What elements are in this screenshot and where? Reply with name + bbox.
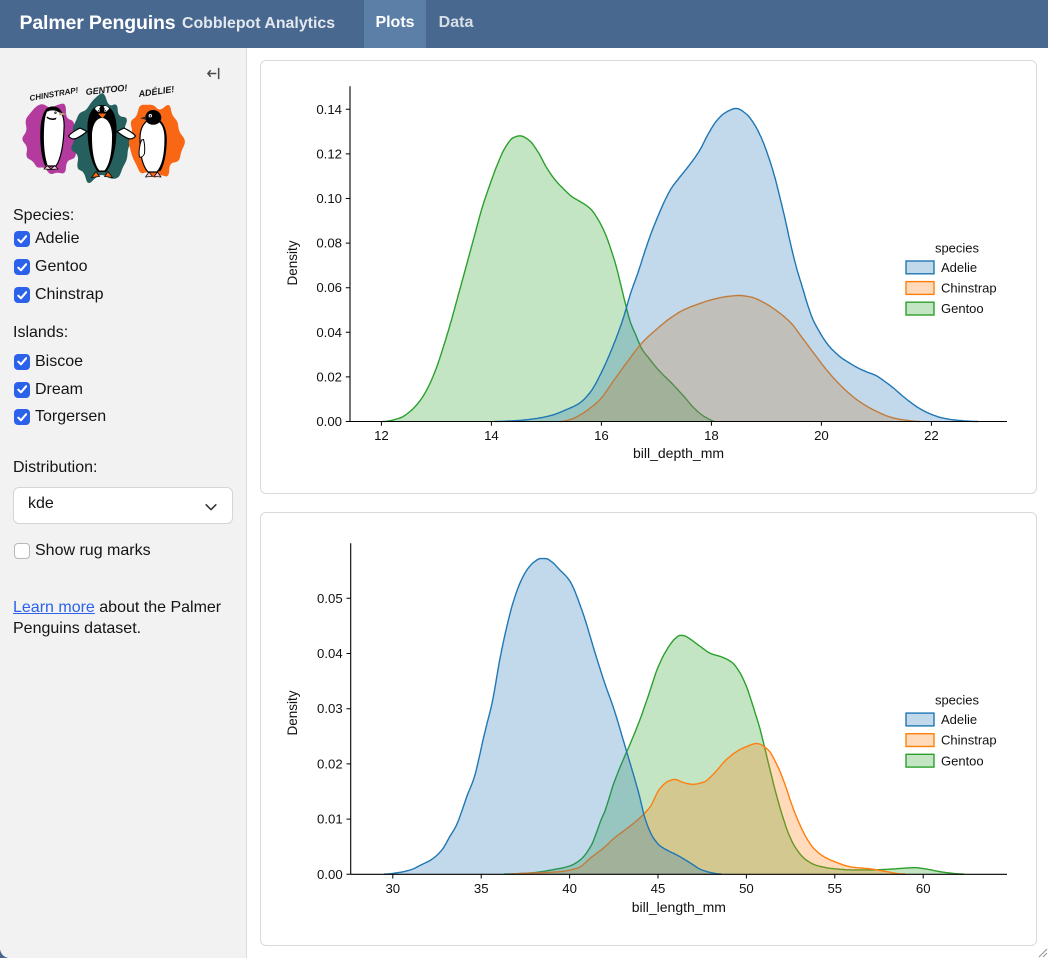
svg-text:0.04: 0.04 [317,646,343,661]
svg-text:45: 45 [651,880,666,895]
svg-text:20: 20 [814,428,829,443]
svg-text:0.00: 0.00 [317,866,343,881]
svg-text:Chinstrap: Chinstrap [941,732,997,747]
svg-text:60: 60 [916,880,931,895]
svg-text:12: 12 [374,428,389,443]
svg-text:0.05: 0.05 [317,590,343,605]
svg-text:55: 55 [827,880,842,895]
svg-text:Gentoo: Gentoo [941,301,984,316]
svg-text:0.08: 0.08 [316,236,342,251]
svg-text:0.04: 0.04 [316,325,342,340]
svg-text:0.10: 0.10 [316,191,342,206]
svg-text:0.03: 0.03 [317,701,343,716]
svg-text:35: 35 [474,880,489,895]
svg-text:GENTOO!: GENTOO! [85,84,128,97]
svg-text:0.00: 0.00 [316,414,342,429]
svg-text:22: 22 [924,428,939,443]
svg-text:Density: Density [285,690,300,735]
svg-text:Gentoo: Gentoo [941,753,984,768]
svg-text:bill_depth_mm: bill_depth_mm [633,445,724,461]
svg-text:30: 30 [385,880,400,895]
svg-text:CHINSTRAP!: CHINSTRAP! [29,85,79,102]
svg-text:Chinstrap: Chinstrap [941,281,997,296]
svg-text:Adelie: Adelie [941,712,977,727]
svg-text:50: 50 [739,880,754,895]
svg-text:0.06: 0.06 [316,280,342,295]
svg-text:0.02: 0.02 [317,756,343,771]
svg-text:16: 16 [594,428,609,443]
svg-text:species: species [935,692,980,707]
svg-text:ADÉLIE!: ADÉLIE! [137,84,175,99]
svg-text:14: 14 [484,428,499,443]
svg-text:0.14: 0.14 [316,102,342,117]
svg-text:species: species [935,240,980,255]
svg-text:40: 40 [562,880,577,895]
svg-text:bill_length_mm: bill_length_mm [632,899,726,915]
svg-text:0.01: 0.01 [317,811,343,826]
svg-text:0.02: 0.02 [316,369,342,384]
svg-text:0.12: 0.12 [316,146,342,161]
svg-text:18: 18 [704,428,719,443]
svg-text:Adelie: Adelie [941,260,977,275]
svg-text:Density: Density [285,240,300,285]
